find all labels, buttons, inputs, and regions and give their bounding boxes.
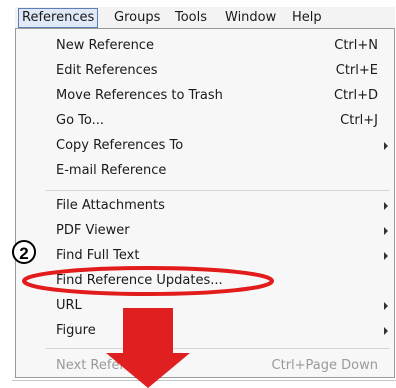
- step-number: 2: [19, 244, 28, 263]
- highlight-ellipse: [22, 266, 274, 296]
- annotation-overlay: 2: [12, 240, 274, 388]
- down-arrow-icon: [106, 308, 190, 388]
